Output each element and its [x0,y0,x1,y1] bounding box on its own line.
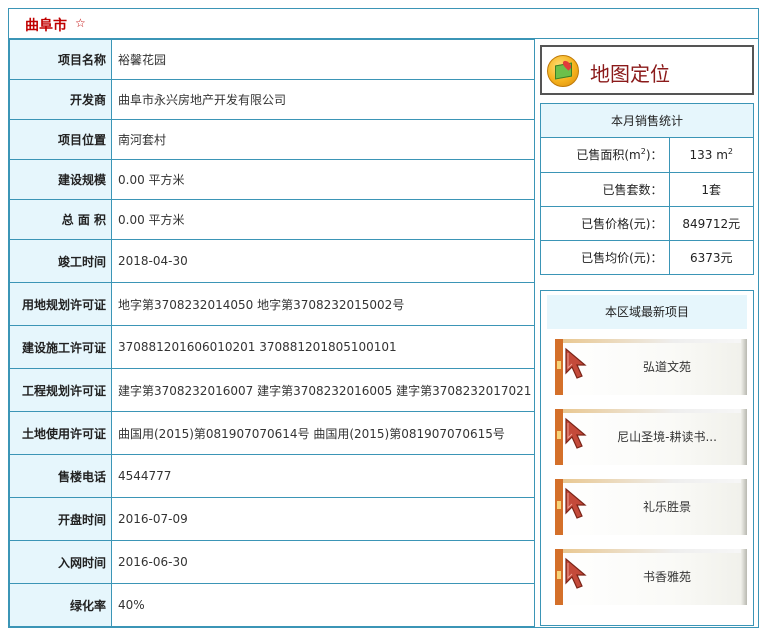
info-label: 竣工时间 [9,239,112,283]
monthly-sales-panel: 本月销售统计 已售面积(m2)： 133 m2 已售套数： 1套 已售价格(元)： 8… [540,103,754,275]
info-label: 建设规模 [9,159,112,200]
recent-projects-panel: 本区域最新项目 弘道文苑尼山圣境-耕读书... 礼乐胜景书香雅苑 [540,290,754,626]
info-label: 项目位置 [9,119,112,160]
info-value: 2016-07-09 [111,497,535,541]
info-row: 项目名称 裕馨花园 [9,39,535,80]
info-value: 曲国用(2015)第081907070614号 曲国用(2015)第081907… [111,411,535,455]
info-value: 4544777 [111,454,535,498]
info-value: 南河套村 [111,119,535,160]
info-label: 土地使用许可证 [9,411,112,455]
recent-project-item[interactable]: 尼山圣境-耕读书... [555,409,747,465]
project-detail-panel: 曲阜市 ☆ 项目名称 裕馨花园 开发商 曲阜市永兴房地产开发有限公司 项目位置 南河套村建… [8,8,759,628]
recent-project-name: 尼山圣境-耕读书... [617,430,717,444]
sales-label: 已售价格(元)： [541,206,670,241]
info-row: 项目位置 南河套村 [9,119,535,160]
info-label: 开发商 [9,79,112,120]
sales-row: 已售价格(元)： 849712元 [541,206,753,241]
info-value: 2016-06-30 [111,540,535,584]
sales-area-value: 133 m2 [669,138,753,173]
recent-projects-title: 本区域最新项目 [547,295,747,329]
info-label: 开盘时间 [9,497,112,541]
info-value: 40% [111,583,535,627]
project-info-table: 项目名称 裕馨花园 开发商 曲阜市永兴房地产开发有限公司 项目位置 南河套村 建设规模 0.0… [9,39,535,627]
info-label: 售楼电话 [9,454,112,498]
info-value: 地字第3708232014050 地字第3708232015002号 [111,282,535,326]
city-title: 曲阜市 [25,18,67,34]
info-row: 售楼电话 4544777 [9,454,535,498]
info-row: 竣工时间 2018-04-30 [9,239,535,283]
sales-row-area: 已售面积(m2)： 133 m2 [541,138,753,173]
map-location-label: 地图定位 [590,62,670,86]
info-value: 0.00 平方米 [111,199,535,240]
info-value: 370881201606010201 370881201805100101 [111,325,535,369]
sales-area-label: 已售面积(m2)： [541,138,670,173]
cursor-arrow-icon [565,417,587,449]
info-row: 建设施工许可证 370881201606010201 37088120180510… [9,325,535,369]
info-label: 工程规划许可证 [9,368,112,412]
recent-project-name: 弘道文苑 [642,360,691,374]
info-row: 总 面 积 0.00 平方米 [9,199,535,240]
recent-project-item[interactable]: 礼乐胜景 [555,479,747,535]
header-bar: 曲阜市 ☆ [9,9,758,39]
info-row: 土地使用许可证 曲国用(2015)第081907070614号 曲国用(2015)… [9,411,535,455]
map-location-icon [547,55,579,87]
sales-value: 6373元 [689,250,733,265]
info-label: 用地规划许可证 [9,282,112,326]
sales-label: 已售均价(元)： [541,240,670,274]
info-value: 0.00 平方米 [111,159,535,200]
info-row: 开发商 曲阜市永兴房地产开发有限公司 [9,79,535,120]
recent-project-name: 礼乐胜景 [642,500,691,514]
sales-row: 已售均价(元)： 6373元 [541,240,753,274]
favorite-star-icon[interactable]: ☆ [75,16,86,30]
info-row: 绿化率 40% [9,583,535,627]
info-label: 入网时间 [9,540,112,584]
info-row: 用地规划许可证 地字第3708232014050 地字第3708232015002… [9,282,535,326]
info-value: 建字第3708232016007 建字第3708232016005 建字第370… [111,368,535,412]
recent-project-item[interactable]: 书香雅苑 [555,549,747,605]
info-row: 开盘时间 2016-07-09 [9,497,535,541]
cursor-arrow-icon [565,487,587,519]
info-row: 入网时间 2016-06-30 [9,540,535,584]
sales-value: 849712元 [669,206,753,241]
sales-label: 已售套数： [541,172,670,207]
info-label: 总 面 积 [9,199,112,240]
info-row: 建设规模 0.00 平方米 [9,159,535,200]
info-label: 绿化率 [9,583,112,627]
sales-row: 已售套数： 1套 [541,172,753,207]
info-value: 曲阜市永兴房地产开发有限公司 [111,79,535,120]
info-value: 裕馨花园 [111,39,535,80]
info-value: 2018-04-30 [111,239,535,283]
info-label: 项目名称 [9,39,112,80]
map-location-button[interactable]: 地图定位 [540,45,754,95]
sales-value: 1套 [669,172,753,207]
recent-project-item[interactable]: 弘道文苑 [555,339,747,395]
recent-project-name: 书香雅苑 [642,570,691,584]
info-label: 建设施工许可证 [9,325,112,369]
cursor-arrow-icon [565,557,587,589]
sales-title: 本月销售统计 [541,104,753,138]
info-row: 工程规划许可证 建字第3708232016007 建字第3708232016005… [9,368,535,412]
cursor-arrow-icon [565,347,587,379]
